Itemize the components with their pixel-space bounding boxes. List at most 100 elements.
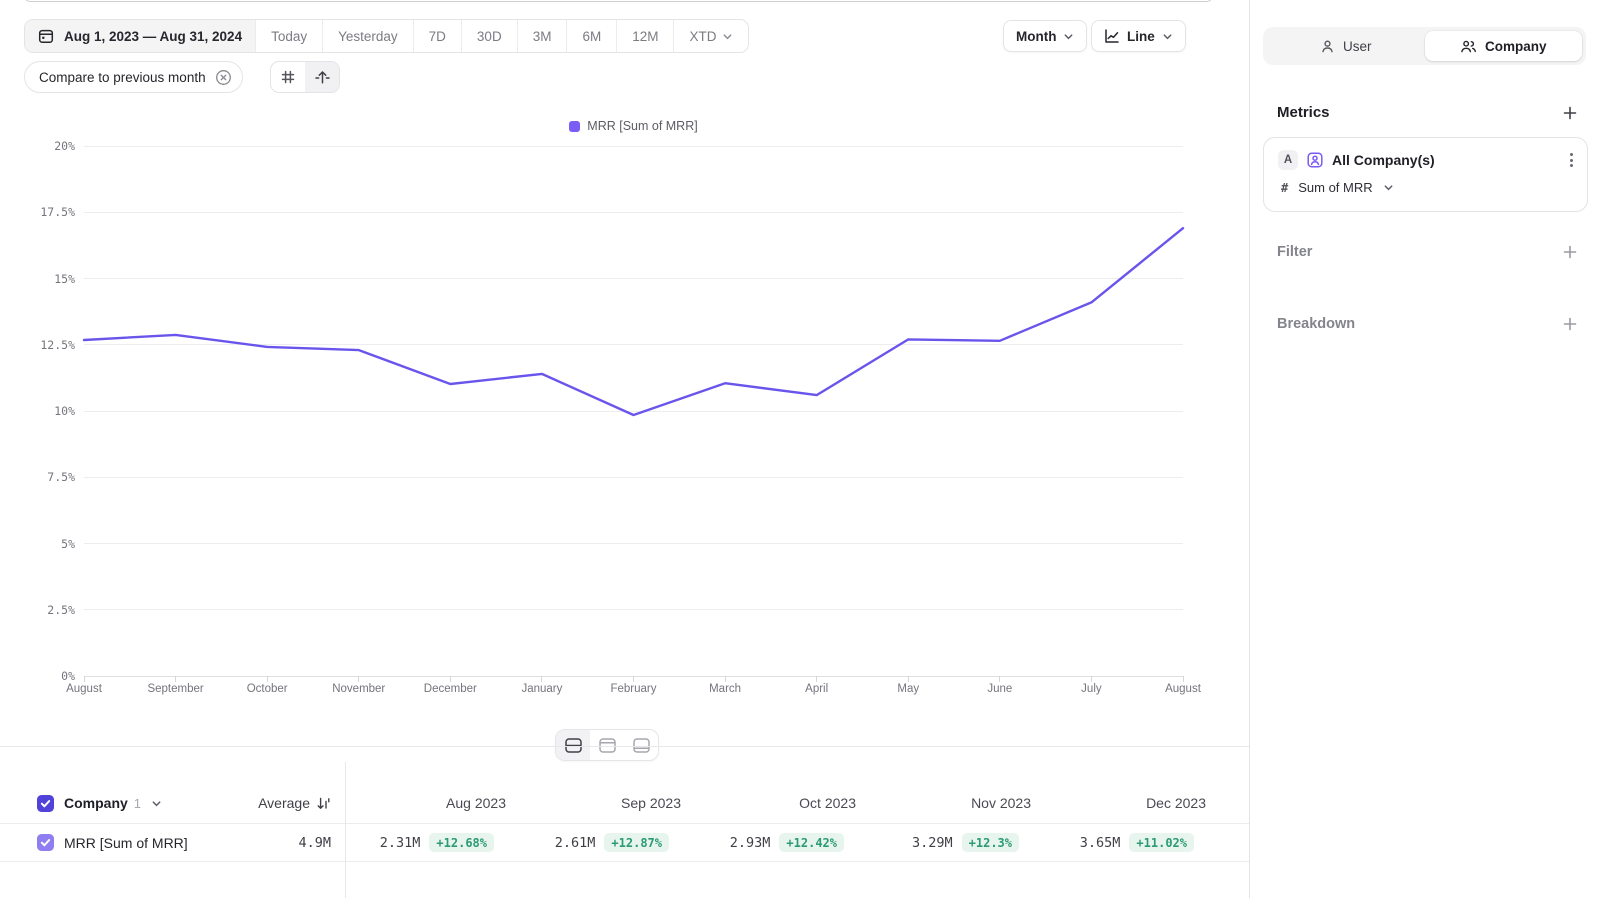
y-axis-label: 17.5% (0, 205, 75, 219)
delta-badge: +12.42% (779, 833, 844, 852)
chevron-down-icon (1162, 31, 1173, 42)
preset-30d[interactable]: 30D (461, 20, 517, 52)
x-axis-label: November (332, 683, 385, 695)
y-axis-label: 2.5% (0, 603, 75, 617)
x-axis-label: June (987, 683, 1012, 695)
aggregation-label: Sum of MRR (1298, 180, 1372, 195)
x-axis-tick (908, 676, 909, 682)
x-axis-label: August (66, 683, 102, 695)
delta-badge: +11.02% (1129, 833, 1194, 852)
metric-row-label: MRR [Sum of MRR] (64, 835, 188, 851)
chevron-down-icon (1063, 31, 1074, 42)
entity-column-header[interactable]: Company (64, 795, 128, 811)
remove-compare-icon[interactable] (215, 69, 232, 86)
mrr-line-series (84, 146, 1183, 676)
config-sidebar: User Company Metrics A (1250, 0, 1600, 898)
add-metric-button[interactable] (1562, 105, 1578, 121)
chart-type-label: Line (1127, 29, 1155, 44)
company-badge-icon (1306, 151, 1324, 169)
aggregation-select[interactable]: # Sum of MRR (1281, 180, 1394, 195)
user-icon (1320, 39, 1335, 54)
x-axis-label: October (247, 683, 288, 695)
date-range-label: Aug 1, 2023 — Aug 31, 2024 (64, 29, 242, 44)
month-column-header[interactable]: Nov 2023 (870, 795, 1045, 811)
cell-value: 2.93M (730, 835, 771, 851)
preset-today[interactable]: Today (255, 20, 322, 52)
x-axis-label: September (147, 683, 203, 695)
cell-value: 2.31M (380, 835, 421, 851)
value-mode-toggle-group (270, 61, 340, 93)
month-column-header[interactable]: Sep 2023 (520, 795, 695, 811)
month-column-header[interactable]: Oct 2023 (695, 795, 870, 811)
query-card-edge (24, 0, 1213, 2)
x-axis-tick (267, 676, 268, 682)
month-column-header[interactable]: Aug 2023 (345, 795, 520, 811)
x-axis-tick (84, 676, 85, 682)
x-axis-tick (450, 676, 451, 682)
y-axis-label: 15% (0, 272, 75, 286)
x-axis-tick (816, 676, 817, 682)
y-axis-label: 7.5% (0, 470, 75, 484)
breakdown-section-header: Breakdown (1277, 316, 1578, 332)
tab-user-label: User (1343, 39, 1372, 54)
tab-user[interactable]: User (1267, 31, 1425, 61)
preset-6m[interactable]: 6M (566, 20, 616, 52)
tab-company-label: Company (1485, 39, 1547, 54)
x-axis-label: January (521, 683, 562, 695)
y-axis-label: 12.5% (0, 338, 75, 352)
preset-12m[interactable]: 12M (616, 20, 673, 52)
metric-menu-button[interactable] (1566, 149, 1577, 171)
compare-chip[interactable]: Compare to previous month (24, 61, 243, 93)
line-chart[interactable]: 0%2.5%5%7.5%10%12.5%15%17.5%20%AugustSep… (0, 146, 1249, 706)
filter-section-header: Filter (1277, 244, 1578, 260)
grid-icon (280, 69, 296, 85)
tab-company[interactable]: Company (1425, 31, 1583, 61)
metric-card[interactable]: A All Company(s) # Sum of MRR (1263, 137, 1588, 212)
add-breakdown-button[interactable] (1562, 316, 1578, 332)
average-value: 4.9M (298, 835, 331, 851)
breakdown-title: Breakdown (1277, 316, 1355, 332)
line-chart-icon (1104, 28, 1120, 44)
row-checkbox[interactable] (37, 834, 54, 851)
select-all-checkbox[interactable] (37, 795, 54, 812)
metric-letter-badge: A (1278, 150, 1298, 170)
results-table: Company 1 Average Aug 2023Sep 2023Oct 20… (0, 747, 1249, 898)
x-axis-label: February (610, 683, 656, 695)
date-range-picker[interactable]: Aug 1, 2023 — Aug 31, 2024 (25, 20, 255, 52)
chart-legend: MRR [Sum of MRR] (84, 119, 1183, 133)
company-icon (1460, 39, 1477, 54)
sort-icon (316, 796, 331, 811)
filter-title: Filter (1277, 244, 1312, 260)
x-axis-tick (1183, 676, 1184, 682)
grid-values-toggle[interactable] (271, 62, 305, 92)
month-column-header[interactable]: Dec 2023 (1045, 795, 1220, 811)
compare-label: Compare to previous month (39, 70, 206, 85)
add-filter-button[interactable] (1562, 244, 1578, 260)
metrics-title: Metrics (1277, 104, 1330, 121)
granularity-select[interactable]: Month (1003, 20, 1087, 52)
chevron-down-icon[interactable] (151, 798, 162, 809)
entity-count: 1 (134, 796, 141, 811)
x-axis-tick (1091, 676, 1092, 682)
month-cell: 3.65M+11.02% (1045, 833, 1220, 852)
average-column-header[interactable]: Average (258, 795, 331, 811)
preset-3m[interactable]: 3M (517, 20, 567, 52)
preset-xtd[interactable]: XTD (673, 20, 748, 52)
delta-badge: +12.3% (962, 833, 1019, 852)
chart-type-select[interactable]: Line (1091, 20, 1186, 52)
legend-label: MRR [Sum of MRR] (587, 119, 697, 133)
y-axis-label: 20% (0, 139, 75, 153)
x-axis-tick (633, 676, 634, 682)
month-cell: 3.29M+12.3% (870, 833, 1045, 852)
main-panel: Aug 1, 2023 — Aug 31, 2024 TodayYesterda… (0, 0, 1249, 898)
percent-growth-toggle[interactable] (305, 62, 339, 92)
granularity-label: Month (1016, 29, 1056, 44)
x-axis-tick (725, 676, 726, 682)
chevron-down-icon (1383, 182, 1394, 193)
cell-value: 2.61M (555, 835, 596, 851)
preset-7d[interactable]: 7D (413, 20, 461, 52)
table-header-row: Company 1 Average Aug 2023Sep 2023Oct 20… (0, 783, 1249, 824)
y-axis-label: 10% (0, 404, 75, 418)
preset-yesterday[interactable]: Yesterday (322, 20, 413, 52)
table-row[interactable]: MRR [Sum of MRR] 4.9M 2.31M+12.68%2.61M+… (0, 824, 1249, 862)
